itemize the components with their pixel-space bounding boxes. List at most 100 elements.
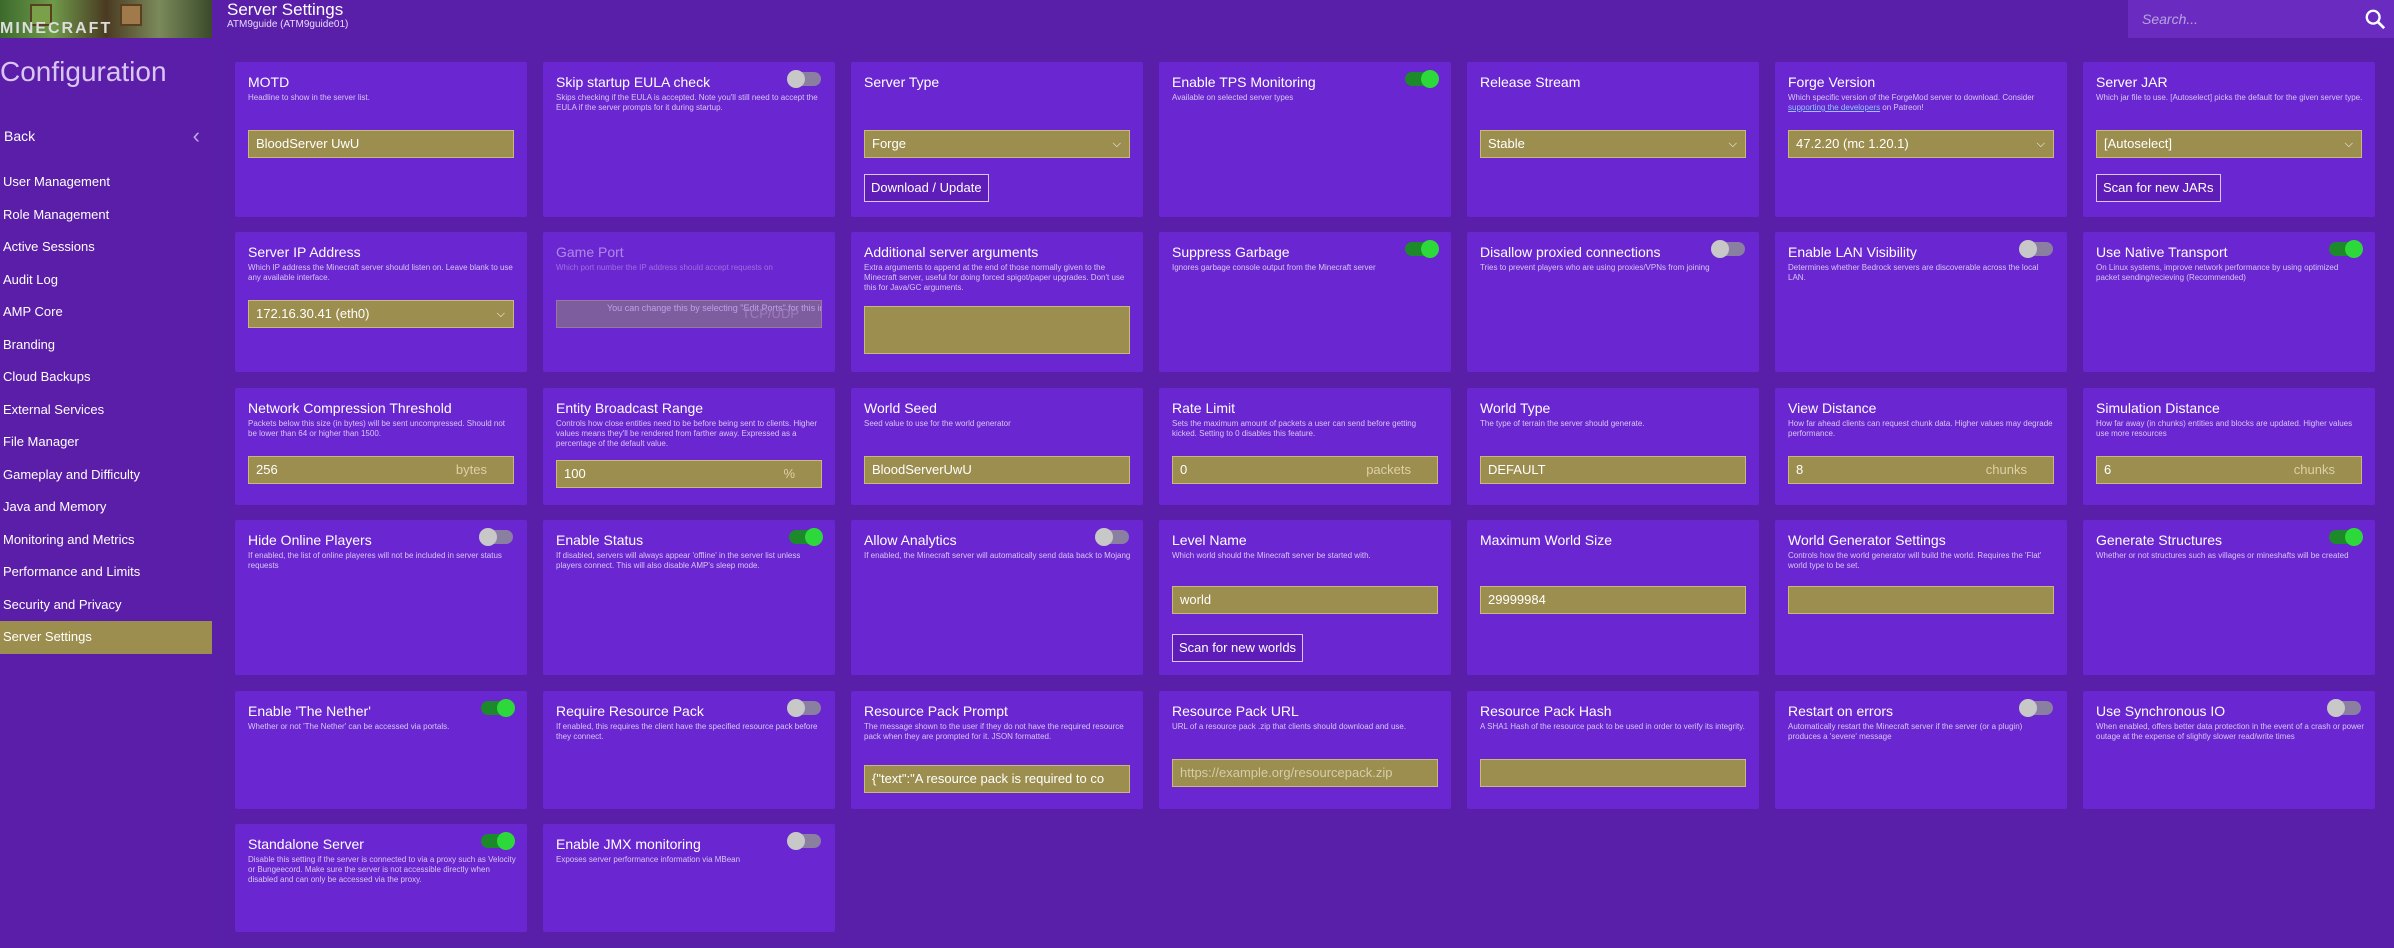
card-restart: Restart on errors Automatically restart … <box>1775 691 2067 809</box>
view-distance-input[interactable]: 8 chunks <box>1788 456 2054 484</box>
card-rp-url: Resource Pack URL URL of a resource pack… <box>1159 691 1451 809</box>
card-status: Enable Status If disabled, servers will … <box>543 520 835 675</box>
sidebar-item-file-manager[interactable]: File Manager <box>0 426 212 459</box>
card-forge-version: Forge Version Which specific version of … <box>1775 62 2067 217</box>
chevron-down-icon: ⌵ <box>2036 138 2045 150</box>
ip-select[interactable]: 172.16.30.41 (eth0) ⌵ <box>248 300 514 328</box>
proxied-toggle[interactable] <box>1711 240 1745 258</box>
card-require-rp: Require Resource Pack If enabled, this r… <box>543 691 835 809</box>
sidebar-item-security[interactable]: Security and Privacy <box>0 589 212 622</box>
world-type-input[interactable]: DEFAULT <box>1480 456 1746 484</box>
card-motd: MOTD Headline to show in the server list… <box>235 62 527 217</box>
card-server-type: Server Type Forge ⌵ Download / Update <box>851 62 1143 217</box>
card-ip: Server IP Address Which IP address the M… <box>235 232 527 372</box>
rp-prompt-input[interactable]: {"text":"A resource pack is required to … <box>864 765 1130 793</box>
server-jar-select[interactable]: [Autoselect] ⌵ <box>2096 130 2362 158</box>
card-tps: Enable TPS Monitoring Available on selec… <box>1159 62 1451 217</box>
sidebar-item-monitoring[interactable]: Monitoring and Metrics <box>0 524 212 557</box>
seed-input[interactable]: BloodServerUwU <box>864 456 1130 484</box>
sidebar-item-branding[interactable]: Branding <box>0 329 212 362</box>
eula-toggle[interactable] <box>787 70 821 88</box>
sidebar-item-server-settings[interactable]: Server Settings <box>0 621 212 654</box>
config-title: Configuration <box>0 56 167 87</box>
gen-settings-input[interactable] <box>1788 586 2054 614</box>
top-bar: Server Settings ATM9guide (ATM9guide01) <box>212 0 2394 38</box>
sidebar-item-user-management[interactable]: User Management <box>0 166 212 199</box>
level-name-input[interactable]: world <box>1172 586 1438 614</box>
minecraft-logo: MINECRAFT <box>0 0 212 38</box>
lan-toggle[interactable] <box>2019 240 2053 258</box>
card-native: Use Native Transport On Linux systems, i… <box>2083 232 2375 372</box>
restart-toggle[interactable] <box>2019 699 2053 717</box>
sync-io-toggle[interactable] <box>2327 699 2361 717</box>
chevron-down-icon: ⌵ <box>1728 138 1737 150</box>
tps-toggle[interactable] <box>1405 70 1439 88</box>
structures-toggle[interactable] <box>2329 528 2363 546</box>
sidebar: MINECRAFT Configuration Back ‹ User Mana… <box>0 0 212 948</box>
forge-version-select[interactable]: 47.2.20 (mc 1.20.1) ⌵ <box>1788 130 2054 158</box>
card-analytics: Allow Analytics If enabled, the Minecraf… <box>851 520 1143 675</box>
card-args: Additional server arguments Extra argume… <box>851 232 1143 372</box>
motd-input[interactable]: BloodServer UwU <box>248 130 514 158</box>
card-game-port: Game Port Which port number the IP addre… <box>543 232 835 372</box>
standalone-toggle[interactable] <box>481 832 515 850</box>
card-rate: Rate Limit Sets the maximum amount of pa… <box>1159 388 1451 505</box>
entity-input[interactable]: 100% <box>556 460 822 488</box>
sidebar-nav: User Management Role Management Active S… <box>0 166 212 654</box>
card-seed: World Seed Seed value to use for the wor… <box>851 388 1143 505</box>
require-rp-toggle[interactable] <box>787 699 821 717</box>
sidebar-item-gameplay[interactable]: Gameplay and Difficulty <box>0 459 212 492</box>
hide-players-toggle[interactable] <box>479 528 513 546</box>
card-jmx: Enable JMX monitoring Exposes server per… <box>543 824 835 932</box>
card-view: View Distance How far ahead clients can … <box>1775 388 2067 505</box>
rp-url-input[interactable]: https://example.org/resourcepack.zip <box>1172 759 1438 787</box>
sidebar-item-external-services[interactable]: External Services <box>0 394 212 427</box>
back-button[interactable]: Back ‹ <box>4 123 204 148</box>
search-box <box>2128 0 2394 38</box>
card-standalone: Standalone Server Disable this setting i… <box>235 824 527 932</box>
card-eula: Skip startup EULA check Skips checking i… <box>543 62 835 217</box>
garbage-toggle[interactable] <box>1405 240 1439 258</box>
rp-hash-input[interactable] <box>1480 759 1746 787</box>
sidebar-item-java-memory[interactable]: Java and Memory <box>0 491 212 524</box>
download-update-button[interactable]: Download / Update <box>864 174 989 202</box>
release-stream-select[interactable]: Stable ⌵ <box>1480 130 1746 158</box>
scan-worlds-button[interactable]: Scan for new worlds <box>1172 634 1304 662</box>
card-gen-settings: World Generator Settings Controls how th… <box>1775 520 2067 675</box>
card-structures: Generate Structures Whether or not struc… <box>2083 520 2375 675</box>
card-release-stream: Release Stream Stable ⌵ <box>1467 62 1759 217</box>
chevron-left-icon: ‹ <box>192 123 200 148</box>
chevron-down-icon: ⌵ <box>2344 138 2353 150</box>
page-title: Server Settings <box>227 0 344 19</box>
card-lan: Enable LAN Visibility Determines whether… <box>1775 232 2067 372</box>
server-type-select[interactable]: Forge ⌵ <box>864 130 1130 158</box>
nether-toggle[interactable] <box>481 699 515 717</box>
args-textarea[interactable] <box>864 306 1130 354</box>
page-subtitle: ATM9guide (ATM9guide01) <box>227 19 349 30</box>
sidebar-item-active-sessions[interactable]: Active Sessions <box>0 231 212 264</box>
search-input[interactable] <box>2128 0 2358 38</box>
card-proxied: Disallow proxied connections Tries to pr… <box>1467 232 1759 372</box>
rate-input[interactable]: 0 packets <box>1172 456 1438 484</box>
max-world-input[interactable]: 29999984 <box>1480 586 1746 614</box>
compression-input[interactable]: 256 bytes <box>248 456 514 484</box>
native-toggle[interactable] <box>2329 240 2363 258</box>
card-world-type: World Type The type of terrain the serve… <box>1467 388 1759 505</box>
card-nether: Enable 'The Nether' Whether or not 'The … <box>235 691 527 809</box>
sidebar-item-audit-log[interactable]: Audit Log <box>0 264 212 297</box>
sim-distance-input[interactable]: 6 chunks <box>2096 456 2362 484</box>
sidebar-item-performance[interactable]: Performance and Limits <box>0 556 212 589</box>
supporting-developers-link[interactable]: supporting the developers <box>1788 103 1880 112</box>
card-rp-hash: Resource Pack Hash A SHA1 Hash of the re… <box>1467 691 1759 809</box>
analytics-toggle[interactable] <box>1095 528 1129 546</box>
game-port-input: You can change this by selecting "Edit P… <box>556 300 822 328</box>
status-toggle[interactable] <box>789 528 823 546</box>
jmx-toggle[interactable] <box>787 832 821 850</box>
scan-jars-button[interactable]: Scan for new JARs <box>2096 174 2221 202</box>
search-icon[interactable] <box>2364 8 2386 30</box>
sidebar-item-cloud-backups[interactable]: Cloud Backups <box>0 361 212 394</box>
card-server-jar: Server JAR Which jar file to use. [Autos… <box>2083 62 2375 217</box>
card-sim: Simulation Distance How far away (in chu… <box>2083 388 2375 505</box>
sidebar-item-role-management[interactable]: Role Management <box>0 199 212 232</box>
sidebar-item-amp-core[interactable]: AMP Core <box>0 296 212 329</box>
